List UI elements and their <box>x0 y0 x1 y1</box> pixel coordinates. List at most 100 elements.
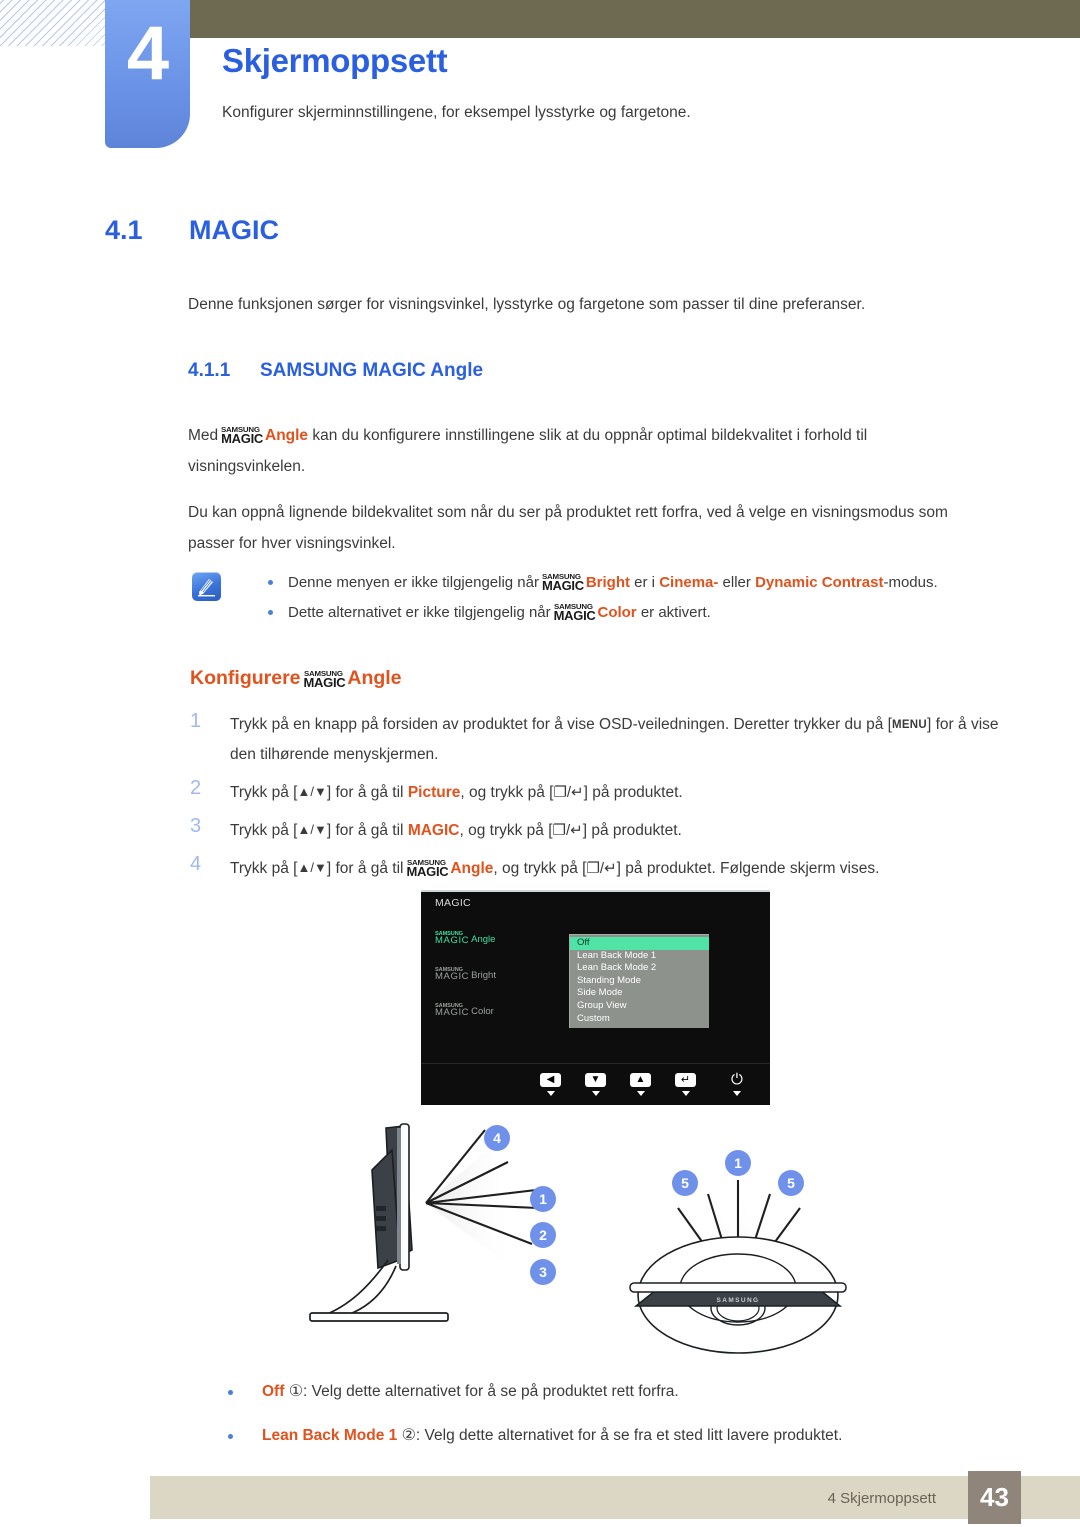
logo-bottom: MAGIC <box>406 864 449 879</box>
footer-page-number: 43 <box>968 1471 1021 1524</box>
logo-bottom: MAGIC <box>541 578 584 593</box>
osd-item-label: Angle <box>471 934 496 945</box>
option-marker: ② <box>401 1427 416 1444</box>
configure-heading: Konfigurere SAMSUNG MAGIC Angle <box>190 667 402 690</box>
samsung-magic-logo: SAMSUNG MAGIC <box>406 858 449 879</box>
subsection-title: SAMSUNG MAGIC Angle <box>260 360 484 381</box>
step-text-b: ] for å gå til <box>326 784 404 801</box>
note-mode-1: Cinema- <box>659 574 719 591</box>
osd-button-power[interactable]: ⏻ <box>731 1071 743 1096</box>
osd-menu-item-bright[interactable]: SAMSUNGMAGICBright : <box>435 966 572 1002</box>
step-text: Trykk på [▲/▼] for å gå til MAGIC, og tr… <box>230 822 682 839</box>
section-number: 4.1 <box>105 215 143 245</box>
osd-menu-item-color[interactable]: SAMSUNGMAGICColor : <box>435 1002 572 1038</box>
step-text-d: ] på produktet. <box>582 822 682 839</box>
step-target: Picture <box>407 784 461 801</box>
power-icon: ⏻ <box>731 1071 743 1088</box>
angle-badge-4: 4 <box>484 1125 510 1151</box>
osd-button-enter[interactable]: ↵ <box>675 1073 696 1096</box>
section-intro: Denne funksjonen sørger for visningsvink… <box>188 296 866 313</box>
osd-logo: SAMSUNG MAGIC <box>435 967 470 983</box>
caret-down-icon <box>636 1091 645 1096</box>
osd-option[interactable]: Lean Back Mode 1 <box>570 950 709 963</box>
enter-button-icon: ❐/↵ <box>586 860 617 877</box>
step-text: Trykk på en knapp på forsiden av produkt… <box>230 716 999 763</box>
angle-badge-3: 3 <box>530 1259 556 1285</box>
option-marker: ① <box>288 1383 304 1400</box>
osd-item-label: Color <box>471 1006 494 1017</box>
step-text-d: ] på produktet. <box>583 784 683 801</box>
osd-menu-items: SAMSUNGMAGICAngle : SAMSUNGMAGICBright :… <box>435 930 572 1038</box>
osd-button-up[interactable]: ▲ <box>630 1073 651 1096</box>
logo-top: SAMSUNG <box>303 668 343 678</box>
logo-bottom: MAGIC <box>303 675 346 690</box>
step-text: Trykk på [▲/▼] for å gå til SAMSUNG MAGIC A… <box>230 858 880 879</box>
osd-button-left[interactable]: ◀ <box>540 1073 561 1096</box>
step-text-a: Trykk på [ <box>230 860 298 877</box>
note-list: Denne menyen er ikke tilgjengelig når SAM… <box>262 568 1022 628</box>
osd-button-down[interactable]: ▼ <box>585 1073 606 1096</box>
subsection-heading: 4.1.1 SAMSUNG MAGIC Angle <box>188 360 483 382</box>
down-arrow-glyph: ▼ <box>590 1074 601 1085</box>
osd-screenshot: MAGIC SAMSUNGMAGICAngle : SAMSUNGMAGICBr… <box>421 890 770 1105</box>
option-item: Off ①: Velg dette alternativet for å se … <box>222 1370 1022 1414</box>
footer-bar <box>150 1476 1080 1519</box>
page-title: Skjermoppsett <box>222 42 448 79</box>
note-prefix: Dette alternativet er ikke tilgjengelig … <box>288 604 551 621</box>
angle-badge-1-top: 1 <box>725 1150 751 1176</box>
body-paragraph-1: Med SAMSUNG MAGIC Angle kan du konfigurere … <box>188 420 988 482</box>
logo-bottom: MAGIC <box>435 935 470 947</box>
bullet-dot <box>228 1390 233 1395</box>
step-text-c: , og trykk på [ <box>493 860 587 877</box>
logo-bottom: MAGIC <box>435 971 470 983</box>
bullet-dot <box>228 1434 233 1439</box>
section-heading: 4.1 MAGIC <box>105 215 279 246</box>
osd-item-label: Bright <box>471 970 496 981</box>
note-mid: er i <box>634 574 656 591</box>
logo-top: SAMSUNG <box>221 424 260 434</box>
bullet-dot <box>268 580 273 585</box>
note-item: Denne menyen er ikke tilgjengelig når SAM… <box>262 568 1022 598</box>
header-olive-bar <box>190 0 1080 38</box>
updown-arrow-icon: ▲/▼ <box>297 860 327 875</box>
bullet-dot <box>268 610 273 615</box>
osd-menu-item-angle[interactable]: SAMSUNGMAGICAngle : <box>435 930 572 966</box>
step-item: 2 Trykk på [▲/▼] for å gå til Picture, o… <box>188 777 1008 808</box>
up-arrow-glyph: ▲ <box>635 1074 646 1085</box>
osd-option[interactable]: Lean Back Mode 2 <box>570 962 709 975</box>
osd-dropdown-list[interactable]: Off Lean Back Mode 1 Lean Back Mode 2 St… <box>569 934 709 1029</box>
steps-list: 1 Trykk på en knapp på forsiden av produ… <box>188 710 1008 891</box>
updown-arrow-icon: ▲/▼ <box>297 822 327 837</box>
samsung-magic-logo: SAMSUNG MAGIC <box>541 572 584 593</box>
up-arrow-icon: ▲ <box>630 1073 651 1087</box>
step-number: 3 <box>190 815 202 837</box>
note-item: Dette alternativet er ikke tilgjengelig … <box>262 598 1022 628</box>
down-arrow-icon: ▼ <box>585 1073 606 1087</box>
footer-chapter-label: 4 Skjermoppsett <box>827 1490 936 1507</box>
chapter-number: 4 <box>126 11 169 96</box>
osd-option[interactable]: Group View <box>570 1000 709 1013</box>
monitor-top-view: SAMSUNG <box>629 1180 847 1354</box>
osd-option[interactable]: Side Mode <box>570 987 709 1000</box>
step-number: 4 <box>190 853 202 875</box>
body-paragraph-2: Du kan oppnå lignende bildekvalitet som … <box>188 504 948 552</box>
osd-button-bar: ◀ ▼ ▲ ↵ ⏻ <box>421 1063 770 1105</box>
chapter-description: Konfigurer skjerminnstillingene, for eks… <box>222 104 691 121</box>
step-text-b: ] for å gå til <box>326 860 404 877</box>
osd-option[interactable]: Custom <box>570 1013 709 1026</box>
osd-option[interactable]: Standing Mode <box>570 975 709 988</box>
step-text-d: ] på produktet. Følgende skjerm vises. <box>616 860 880 877</box>
samsung-magic-logo: SAMSUNG MAGIC <box>221 424 263 445</box>
osd-option-selected[interactable]: Off <box>570 937 709 950</box>
samsung-magic-logo: SAMSUNG MAGIC <box>303 668 346 690</box>
step-text-c: , og trykk på [ <box>459 822 553 839</box>
note-mode-2: Dynamic Contrast <box>755 574 884 591</box>
diagram-svg: SAMSUNG <box>309 1123 847 1354</box>
step-text: Trykk på [▲/▼] for å gå til Picture, og … <box>230 784 683 801</box>
option-description: : Velg dette alternativet for å se fra e… <box>415 1427 843 1444</box>
step-text-a: Trykk på [ <box>230 784 298 801</box>
note-conjunction: eller <box>722 574 751 591</box>
samsung-brand-label: SAMSUNG <box>716 1297 759 1304</box>
option-description: : Velg dette alternativet for å se på pr… <box>303 1383 679 1400</box>
angle-badge-5-right: 5 <box>778 1170 804 1196</box>
